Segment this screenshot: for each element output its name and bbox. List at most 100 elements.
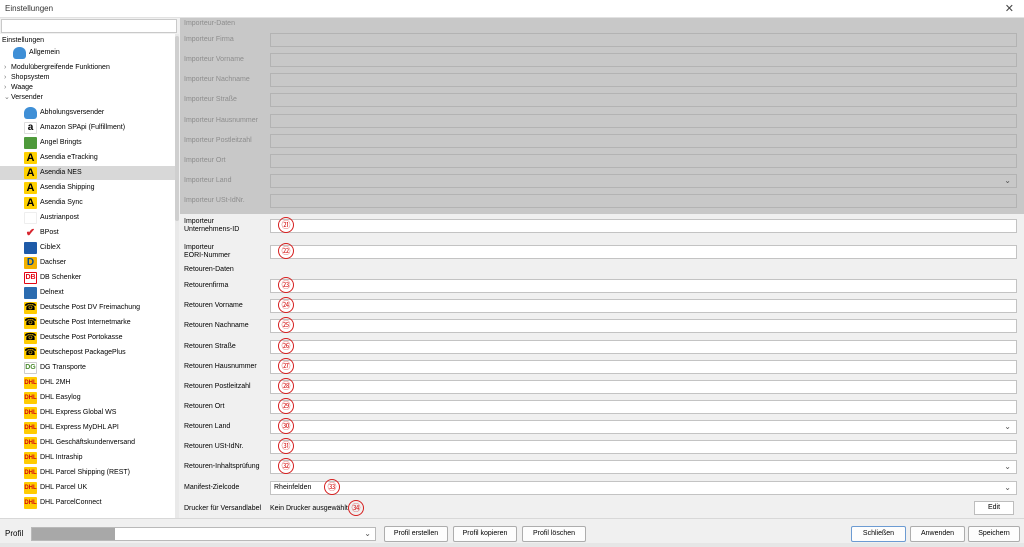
chevron-down-icon[interactable]: ⌄ [364,529,371,538]
tree-item[interactable]: Delnext [0,286,175,300]
form-row: Retouren Ort ㉙ [184,398,1020,415]
tree-item[interactable]: DHL DHL 2MH [0,376,175,390]
edit-printer-button[interactable]: Edit [974,501,1014,515]
tree-item[interactable]: DG DG Transporte [0,361,175,375]
tree-item[interactable]: A Asendia NES [0,166,175,180]
cloud-icon [13,47,26,59]
tree-item[interactable]: Angel Bringts [0,136,175,150]
form-row: Importeur Hausnummer [184,113,1020,129]
field-label: Importeur USt-IdNr. [184,197,245,204]
create-profile-button[interactable]: Profil erstellen [384,526,448,542]
tree-item[interactable]: a Amazon SPApi (Fulfillment) [0,121,175,135]
tree-item[interactable]: ☎ Deutsche Post DV Freimachung [0,301,175,315]
text-field[interactable] [270,440,1017,454]
tree-item[interactable]: DHL DHL Easylog [0,391,175,405]
dropdown-field[interactable]: Rheinfelden ⌄ [270,481,1017,495]
tree-item-label: BPost [40,229,59,236]
tree-item[interactable]: ☎ Deutsche Post Internetmarke [0,316,175,330]
tree-item[interactable]: DB DB Schenker [0,271,175,285]
tree-item[interactable]: A Asendia eTracking [0,151,175,165]
tree-item-label: Asendia NES [40,169,82,176]
chevron-down-icon: ⌄ [1004,176,1011,185]
field-label: Retouren Ort [184,403,225,410]
tree-item[interactable]: DHL DHL Express MyDHL API [0,421,175,435]
tree-search-input[interactable] [1,19,177,33]
text-field[interactable] [270,219,1017,233]
tree-item[interactable]: A Asendia Shipping [0,181,175,195]
annotation-marker: ㉒ [278,243,294,259]
tree-item[interactable]: CibleX [0,241,175,255]
chevron-down-icon[interactable]: ⌄ [1004,462,1011,471]
ciblex-logo-icon [24,242,37,254]
dropdown-field[interactable]: ⌄ [270,460,1017,474]
deutsche-post-horn-icon: ☎ [24,317,37,329]
profile-selected-value [32,528,115,540]
profile-select[interactable]: ⌄ [31,527,376,541]
tree-item[interactable]: Abholungsversender [0,106,175,120]
tree-item[interactable]: ✔ BPost [0,226,175,240]
field-label: Importeur Postleitzahl [184,137,252,144]
chevron-right-icon[interactable]: ⌄ [4,93,10,103]
tree-item[interactable]: Austrianpost [0,211,175,225]
chevron-down-icon[interactable]: ⌄ [1004,483,1011,492]
dropdown-field: ⌄ [270,174,1017,188]
annotation-marker: ㉓ [278,277,294,293]
tree-item[interactable]: ⌄ Versender [0,93,175,103]
dhl-logo-icon: DHL [24,497,37,509]
text-field[interactable] [270,360,1017,374]
tree-item[interactable]: DHL DHL ParcelConnect [0,496,175,510]
tree-item[interactable]: DHL DHL Express Global WS [0,406,175,420]
deutsche-post-horn-icon: ☎ [24,332,37,344]
text-field[interactable] [270,380,1017,394]
tree-item-label: DHL Geschäftskundenversand [40,439,136,446]
chevron-right-icon[interactable]: › [4,83,6,93]
text-field[interactable] [270,245,1017,259]
deutsche-post-horn-icon: ☎ [24,302,37,314]
text-field[interactable] [270,319,1017,333]
annotation-marker: ㉗ [278,358,294,374]
copy-profile-button[interactable]: Profil kopieren [453,526,517,542]
tree-item[interactable]: › Modulübergreifende Funktionen [0,63,175,73]
tree-item[interactable]: D Dachser [0,256,175,270]
tree-scrollbar-thumb[interactable] [175,36,179,221]
text-field [270,154,1017,168]
form-row: Retouren Hausnummer ㉗ [184,358,1020,375]
amazon-logo-icon: a [24,122,37,134]
text-field[interactable] [270,299,1017,313]
profile-label: Profil [5,529,24,538]
chevron-down-icon[interactable]: ⌄ [1004,422,1011,431]
form-row: Retourenfirma ㉓ [184,277,1020,294]
chevron-right-icon[interactable]: › [4,63,6,73]
printer-value: Kein Drucker ausgewählt [270,505,348,512]
tree-item[interactable]: Allgemein [0,46,175,60]
tree-item[interactable]: A Asendia Sync [0,196,175,210]
tree-item[interactable]: › Waage [0,83,175,93]
tree-item[interactable]: DHL DHL Geschäftskundenversand [0,436,175,450]
annotation-marker: ㉘ [278,378,294,394]
tree-item[interactable]: DHL DHL Intraship [0,451,175,465]
tree-item-label: Austrianpost [40,214,79,221]
close-button[interactable]: Schließen [851,526,906,542]
form-row: Importeur Nachname [184,72,1020,88]
tree-item-label: Deutsche Post Portokasse [40,334,123,341]
delete-profile-button[interactable]: Profil löschen [522,526,586,542]
chevron-right-icon[interactable]: › [4,73,6,83]
settings-tree[interactable]: Einstellungen Allgemein › Modulübergreifend… [0,34,176,518]
text-field[interactable] [270,340,1017,354]
apply-button[interactable]: Anwenden [910,526,965,542]
save-button[interactable]: Speichern [968,526,1020,542]
tree-item[interactable]: DHL DHL Parcel UK [0,481,175,495]
text-field[interactable] [270,279,1017,293]
tree-item-label: Abholungsversender [40,109,105,116]
tree-item[interactable]: ☎ Deutsche Post Portokasse [0,331,175,345]
close-icon[interactable]: ✕ [1005,2,1014,15]
tree-item[interactable]: ☎ Deutschepost PackagePlus [0,346,175,360]
dropdown-field[interactable]: ⌄ [270,420,1017,434]
form-row: Retouren Postleitzahl ㉘ [184,378,1020,395]
tree-item[interactable]: › Shopsystem [0,73,175,83]
text-field[interactable] [270,400,1017,414]
annotation-marker: ㉖ [278,338,294,354]
tree-item[interactable]: DHL DHL Parcel Shipping (REST) [0,466,175,480]
tree-item-label: DHL Express Global WS [40,409,117,416]
tree-scrollbar[interactable] [175,34,179,518]
